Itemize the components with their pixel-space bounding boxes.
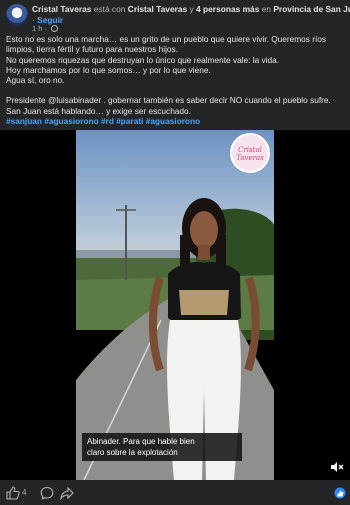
- post-paragraph: Esto no es solo una marcha… es un grito …: [6, 34, 327, 55]
- like-icon[interactable]: [6, 486, 20, 500]
- watermark-logo: Cristal Taveras: [230, 133, 270, 173]
- post-meta: 1 h ·: [32, 24, 59, 33]
- post-actions: 4: [0, 482, 350, 505]
- header-connector: en: [261, 4, 272, 14]
- post-body: Esto no es solo una marcha… es un grito …: [6, 34, 344, 126]
- header-connector: y: [189, 4, 194, 14]
- post-paragraph: Hoy marchamos por lo que somos… y por lo…: [6, 64, 211, 75]
- header-connector: está con: [93, 4, 126, 14]
- post-paragraph: Presidente @luisabinader . gobernar tamb…: [6, 95, 331, 106]
- post-header: Cristal Taveras está con Cristal Taveras…: [6, 4, 350, 33]
- tagged-person[interactable]: Cristal Taveras: [128, 4, 187, 14]
- video-player[interactable]: Cristal Taveras Abinader. Para que hable…: [0, 130, 350, 480]
- post-hashtags[interactable]: #sanjuan #aguasiorono #rd #parati #aguas…: [6, 116, 344, 126]
- speaker-muted-icon[interactable]: [330, 460, 344, 474]
- share-icon[interactable]: [60, 486, 74, 500]
- post-paragraph: No queremos riquezas que destruyan lo ún…: [6, 54, 280, 65]
- tagged-others[interactable]: 4 personas más: [196, 4, 259, 14]
- post-paragraph: Agua sí, oro no.: [6, 75, 65, 86]
- video-scene: [76, 130, 274, 480]
- author-name[interactable]: Cristal Taveras: [32, 4, 91, 14]
- video-frame[interactable]: Cristal Taveras: [76, 130, 274, 480]
- comment-icon[interactable]: [40, 486, 54, 500]
- post-paragraph: San Juan está hablando… y exige ser escu…: [6, 105, 191, 116]
- globe-icon: [51, 25, 59, 32]
- emoji-icon[interactable]: [334, 486, 346, 500]
- like-count[interactable]: 4: [22, 488, 26, 497]
- post-header-text: Cristal Taveras está con Cristal Taveras…: [32, 4, 350, 26]
- location-link[interactable]: Provincia de San Juan.: [273, 4, 350, 14]
- video-caption: Abinader. Para que hable bien claro sobr…: [82, 433, 242, 461]
- author-avatar[interactable]: [6, 4, 28, 26]
- post-time[interactable]: 1 h: [32, 24, 42, 33]
